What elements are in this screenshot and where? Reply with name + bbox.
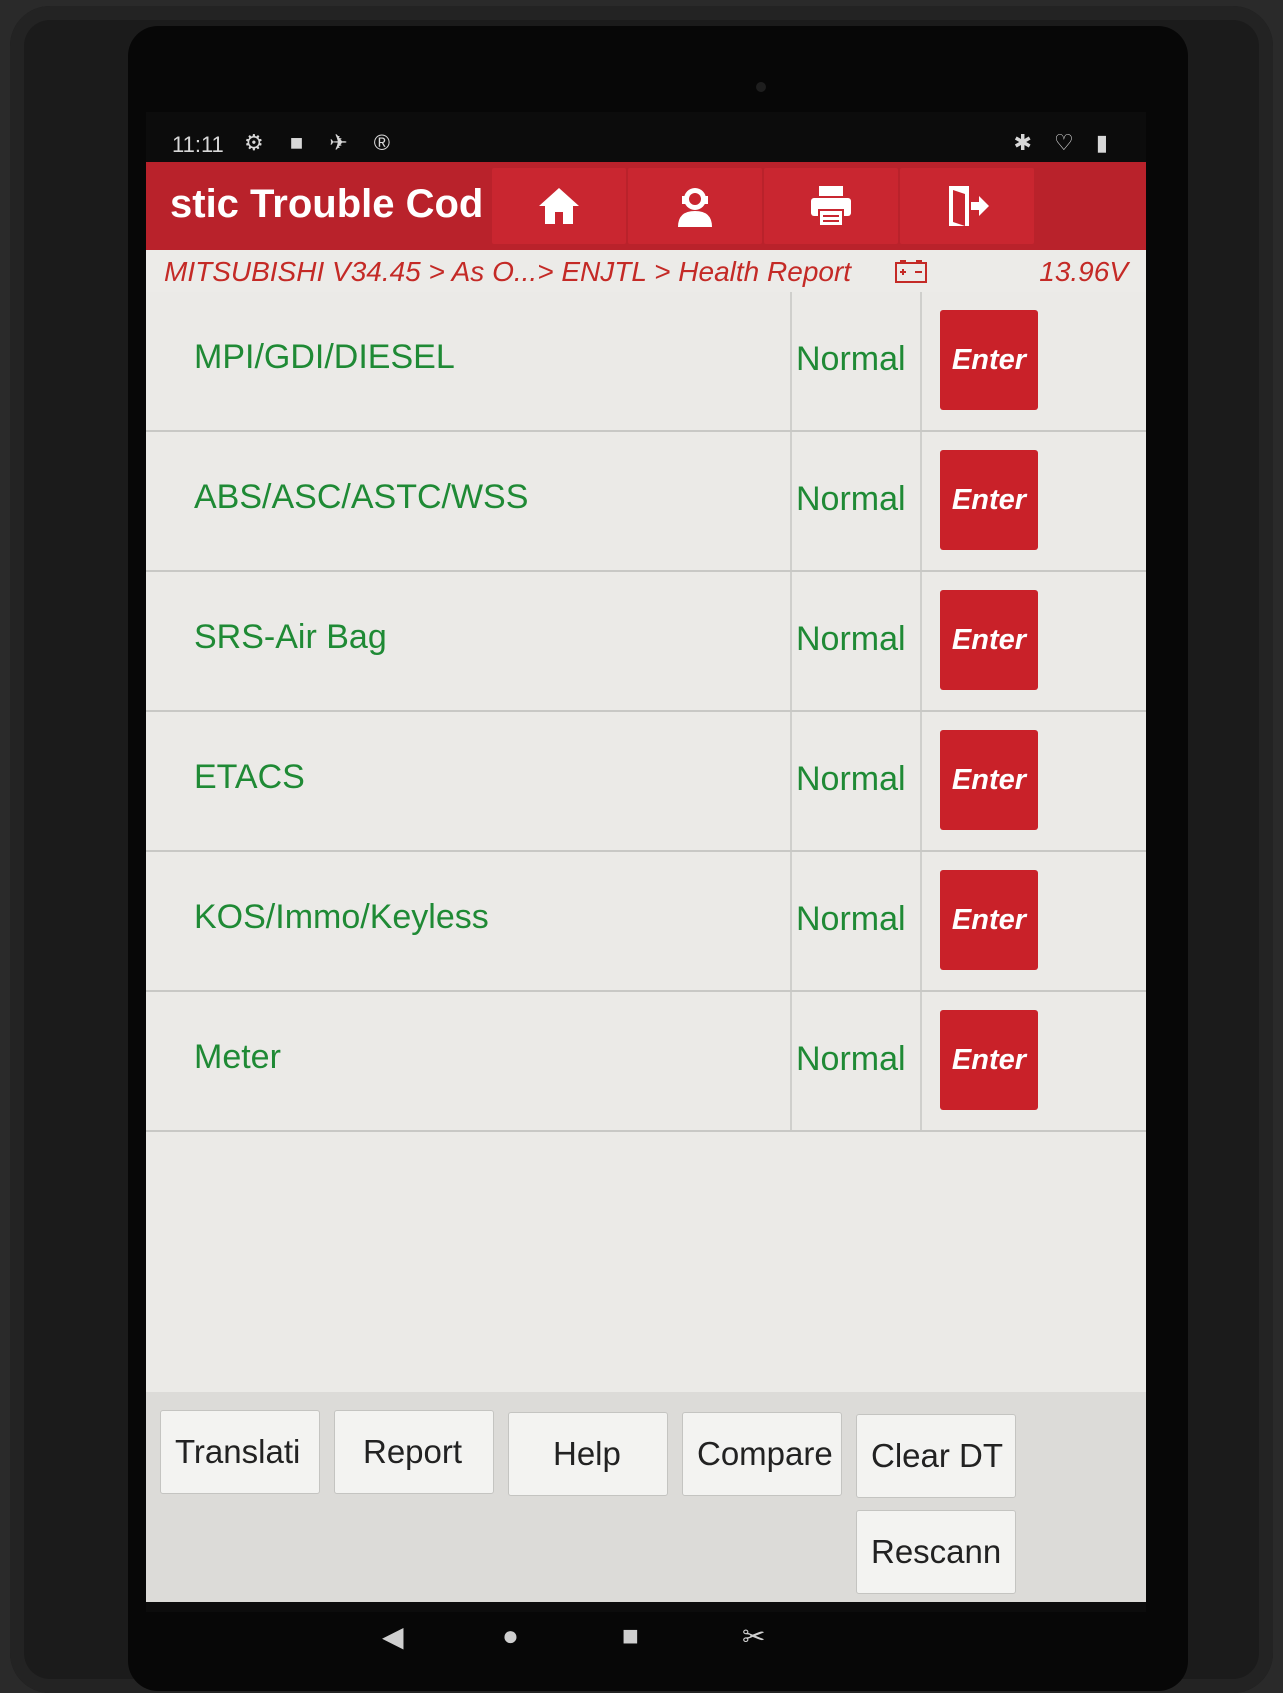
enter-button[interactable]: Enter: [940, 730, 1038, 830]
print-icon: [811, 186, 851, 227]
status-bar: 11:11 ⚙ ■ ✈ ® ✱ ♡ ▮: [146, 112, 1146, 162]
page-title: stic Trouble Cod: [170, 182, 484, 226]
system-list: MPI/GDI/DIESEL Normal Enter ABS/ASC/ASTC…: [146, 292, 1146, 1392]
exit-icon: [949, 186, 989, 226]
help-button[interactable]: Help: [508, 1412, 668, 1496]
system-name: Meter: [194, 1038, 281, 1076]
home-button[interactable]: [492, 168, 626, 244]
system-name: ABS/ASC/ASTC/WSS: [194, 478, 529, 516]
bottom-toolbar: Translati Report Help Compare Clear DT R…: [146, 1392, 1146, 1602]
rescan-button[interactable]: Rescann: [856, 1510, 1016, 1594]
back-icon[interactable]: ◀: [382, 1620, 404, 1653]
list-item: Meter Normal Enter: [146, 992, 1146, 1132]
screenshot-icon[interactable]: ✂: [742, 1620, 765, 1653]
home-icon: [539, 188, 579, 224]
status-right-icons: ✱ ♡ ▮: [1013, 130, 1116, 155]
clear-dtc-button[interactable]: Clear DT: [856, 1414, 1016, 1498]
system-name: MPI/GDI/DIESEL: [194, 338, 455, 376]
status-left-icons: ⚙ ■ ✈ ®: [244, 130, 400, 155]
system-name: SRS-Air Bag: [194, 618, 387, 656]
column-divider: [790, 852, 792, 990]
print-button[interactable]: [764, 168, 898, 244]
column-divider: [920, 992, 922, 1130]
enter-button[interactable]: Enter: [940, 870, 1038, 970]
column-divider: [920, 712, 922, 850]
list-item: SRS-Air Bag Normal Enter: [146, 572, 1146, 712]
report-button[interactable]: Report: [334, 1410, 494, 1494]
column-divider: [790, 992, 792, 1130]
system-status: Normal: [796, 340, 906, 378]
enter-button[interactable]: Enter: [940, 1010, 1038, 1110]
column-divider: [790, 712, 792, 850]
column-divider: [920, 292, 922, 430]
column-divider: [920, 572, 922, 710]
column-divider: [920, 432, 922, 570]
status-time: 11:11: [172, 132, 224, 157]
column-divider: [790, 292, 792, 430]
system-status: Normal: [796, 480, 906, 518]
app-bar: stic Trouble Cod: [146, 162, 1146, 250]
list-item: ABS/ASC/ASTC/WSS Normal Enter: [146, 432, 1146, 572]
system-status: Normal: [796, 1040, 906, 1078]
battery-icon: [894, 258, 928, 291]
compare-button[interactable]: Compare: [682, 1412, 842, 1496]
support-button[interactable]: [628, 168, 762, 244]
front-camera: [756, 82, 766, 92]
breadcrumb: MITSUBISHI V34.45 > As O...> ENJTL > Hea…: [146, 250, 1146, 292]
exit-button[interactable]: [900, 168, 1034, 244]
column-divider: [790, 572, 792, 710]
system-name: ETACS: [194, 758, 305, 796]
list-item: MPI/GDI/DIESEL Normal Enter: [146, 292, 1146, 432]
system-status: Normal: [796, 900, 906, 938]
column-divider: [920, 852, 922, 990]
system-status: Normal: [796, 620, 906, 658]
support-agent-icon: [678, 188, 712, 227]
battery-voltage: 13.96V: [1039, 256, 1128, 287]
breadcrumb-path: MITSUBISHI V34.45 > As O...> ENJTL > Hea…: [164, 256, 852, 287]
nav-bar-strip: [146, 1602, 1146, 1612]
enter-button[interactable]: Enter: [940, 310, 1038, 410]
enter-button[interactable]: Enter: [940, 590, 1038, 690]
translation-button[interactable]: Translati: [160, 1410, 320, 1494]
column-divider: [790, 432, 792, 570]
screen: 11:11 ⚙ ■ ✈ ® ✱ ♡ ▮ stic Trouble Cod MIT…: [146, 112, 1146, 1612]
system-name: KOS/Immo/Keyless: [194, 898, 489, 936]
list-item: KOS/Immo/Keyless Normal Enter: [146, 852, 1146, 992]
system-status: Normal: [796, 760, 906, 798]
list-item: ETACS Normal Enter: [146, 712, 1146, 852]
home-nav-icon[interactable]: ●: [502, 1620, 519, 1652]
system-nav-bar: ◀ ● ■ ✂: [146, 1612, 1146, 1672]
enter-button[interactable]: Enter: [940, 450, 1038, 550]
recents-icon[interactable]: ■: [622, 1620, 639, 1652]
